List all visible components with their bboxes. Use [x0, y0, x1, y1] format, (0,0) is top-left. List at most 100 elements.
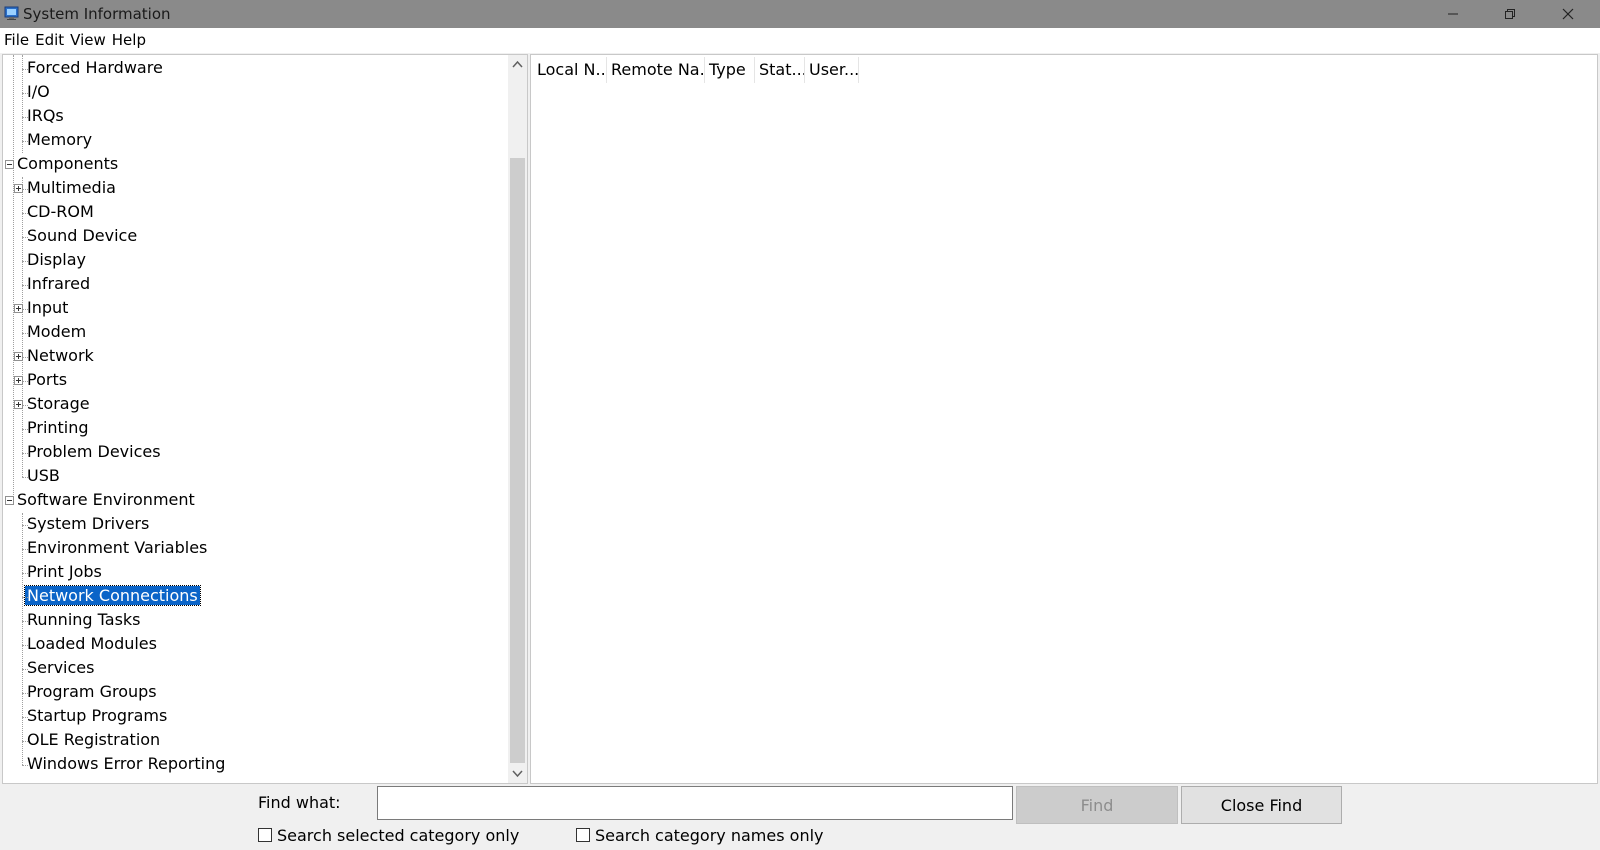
- tree-item[interactable]: Components: [15, 153, 120, 175]
- tree-guide-line: [22, 477, 28, 478]
- tree-item[interactable]: I/O: [25, 81, 52, 103]
- column-local-name[interactable]: Local N...: [533, 57, 607, 83]
- find-button[interactable]: Find: [1016, 786, 1178, 824]
- tree-item[interactable]: Memory: [25, 129, 94, 151]
- restore-icon: [1505, 9, 1515, 19]
- column-user[interactable]: User...: [805, 57, 859, 83]
- tree-item-label: Display: [27, 250, 86, 269]
- tree-guide-line: [22, 525, 28, 526]
- tree-item[interactable]: Printing: [25, 417, 91, 439]
- tree-item-label: Sound Device: [27, 226, 138, 245]
- tree-item-label: Printing: [27, 418, 89, 437]
- tree-item[interactable]: Network Connections: [24, 585, 201, 607]
- menu-file[interactable]: File: [4, 28, 33, 53]
- restore-button[interactable]: [1487, 0, 1533, 28]
- tree-item[interactable]: CD-ROM: [25, 201, 96, 223]
- tree-item[interactable]: Environment Variables: [25, 537, 209, 559]
- tree-guide-line: [22, 549, 28, 550]
- find-input[interactable]: [377, 786, 1013, 820]
- search-selected-category-label: Search selected category only: [277, 825, 520, 845]
- tree-guide-line: [22, 261, 28, 262]
- menu-edit[interactable]: Edit: [35, 28, 68, 53]
- tree-guide-line: [22, 717, 28, 718]
- tree-guide-line: [22, 741, 28, 742]
- tree-item[interactable]: Network: [25, 345, 96, 367]
- tree-item[interactable]: System Drivers: [25, 513, 151, 535]
- tree-item-label: USB: [27, 466, 60, 485]
- tree-item-label: Running Tasks: [27, 610, 141, 629]
- tree-guide-line: [22, 429, 28, 430]
- tree-item[interactable]: IRQs: [25, 105, 66, 127]
- close-find-button[interactable]: Close Find: [1181, 786, 1342, 824]
- tree-item-label: Modem: [27, 322, 87, 341]
- close-button[interactable]: [1545, 0, 1591, 28]
- expand-icon[interactable]: [14, 352, 23, 361]
- scroll-thumb[interactable]: [510, 158, 525, 763]
- tree-item[interactable]: Display: [25, 249, 88, 271]
- tree-guide-line: [22, 693, 28, 694]
- column-remote-name[interactable]: Remote Na...: [607, 57, 705, 83]
- tree-item[interactable]: Loaded Modules: [25, 633, 159, 655]
- tree-item-label: Components: [17, 154, 119, 173]
- tree-guide-line: [22, 141, 28, 142]
- column-status[interactable]: Stat...: [755, 57, 805, 83]
- collapse-icon[interactable]: [5, 496, 14, 505]
- minimize-button[interactable]: [1430, 0, 1476, 28]
- tree-guide-line: [22, 117, 28, 118]
- tree-scrollbar[interactable]: [508, 55, 527, 783]
- menu-help[interactable]: Help: [112, 28, 150, 53]
- column-type[interactable]: Type: [705, 57, 755, 83]
- collapse-icon[interactable]: [5, 160, 14, 169]
- expand-icon[interactable]: [14, 400, 23, 409]
- tree-item[interactable]: Storage: [25, 393, 92, 415]
- tree-item-label: Problem Devices: [27, 442, 161, 461]
- chevron-down-icon: [512, 770, 523, 778]
- search-category-names-label: Search category names only: [595, 825, 824, 845]
- search-category-names-option[interactable]: Search category names only: [576, 825, 824, 845]
- expand-icon[interactable]: [14, 376, 23, 385]
- tree-guide-line: [22, 333, 28, 334]
- tree-item-label: IRQs: [27, 106, 64, 125]
- expand-icon[interactable]: [14, 304, 23, 313]
- search-selected-category-option[interactable]: Search selected category only: [258, 825, 519, 845]
- tree-item[interactable]: Modem: [25, 321, 88, 343]
- search-category-names-checkbox[interactable]: [576, 828, 590, 842]
- tree-guide-line: [22, 669, 28, 670]
- tree-item-label: Windows Error Reporting: [27, 754, 226, 773]
- category-tree[interactable]: Forced Hardware I/O IRQs Memory Components Mu…: [2, 54, 528, 784]
- expand-icon[interactable]: [14, 184, 23, 193]
- tree-item-label: System Drivers: [27, 514, 150, 533]
- search-selected-category-checkbox[interactable]: [258, 828, 272, 842]
- tree-item-label: OLE Registration: [27, 730, 161, 749]
- scroll-down-button[interactable]: [508, 765, 527, 783]
- tree-item-label: Loaded Modules: [27, 634, 157, 653]
- tree-item[interactable]: Services: [25, 657, 96, 679]
- tree-item[interactable]: Running Tasks: [25, 609, 143, 631]
- tree-guide-line: [22, 237, 28, 238]
- tree-item[interactable]: Infrared: [25, 273, 92, 295]
- find-what-label: Find what:: [258, 793, 341, 812]
- tree-item[interactable]: Forced Hardware: [25, 57, 165, 79]
- menu-view[interactable]: View: [70, 28, 110, 53]
- scroll-up-button[interactable]: [508, 55, 527, 73]
- tree-item-label: Startup Programs: [27, 706, 168, 725]
- tree-item-label: Input: [27, 298, 69, 317]
- tree-item[interactable]: Print Jobs: [25, 561, 104, 583]
- tree-item[interactable]: Startup Programs: [25, 705, 169, 727]
- tree-item[interactable]: Software Environment: [15, 489, 197, 511]
- tree-item-label: Program Groups: [27, 682, 157, 701]
- tree-item[interactable]: Ports: [25, 369, 69, 391]
- tree-item[interactable]: Multimedia: [25, 177, 118, 199]
- window-title: System Information: [23, 5, 171, 23]
- tree-item[interactable]: Windows Error Reporting: [25, 753, 227, 775]
- tree-item[interactable]: Program Groups: [25, 681, 159, 703]
- tree-item[interactable]: USB: [25, 465, 62, 487]
- tree-item[interactable]: OLE Registration: [25, 729, 162, 751]
- tree-item[interactable]: Input: [25, 297, 70, 319]
- details-list[interactable]: Local N... Remote Na... Type Stat... Use…: [530, 54, 1598, 784]
- tree-item[interactable]: Sound Device: [25, 225, 139, 247]
- tree-guide-line: [22, 645, 28, 646]
- tree-item[interactable]: Problem Devices: [25, 441, 163, 463]
- tree-item-label: CD-ROM: [27, 202, 94, 221]
- tree-item-label: Forced Hardware: [27, 58, 163, 77]
